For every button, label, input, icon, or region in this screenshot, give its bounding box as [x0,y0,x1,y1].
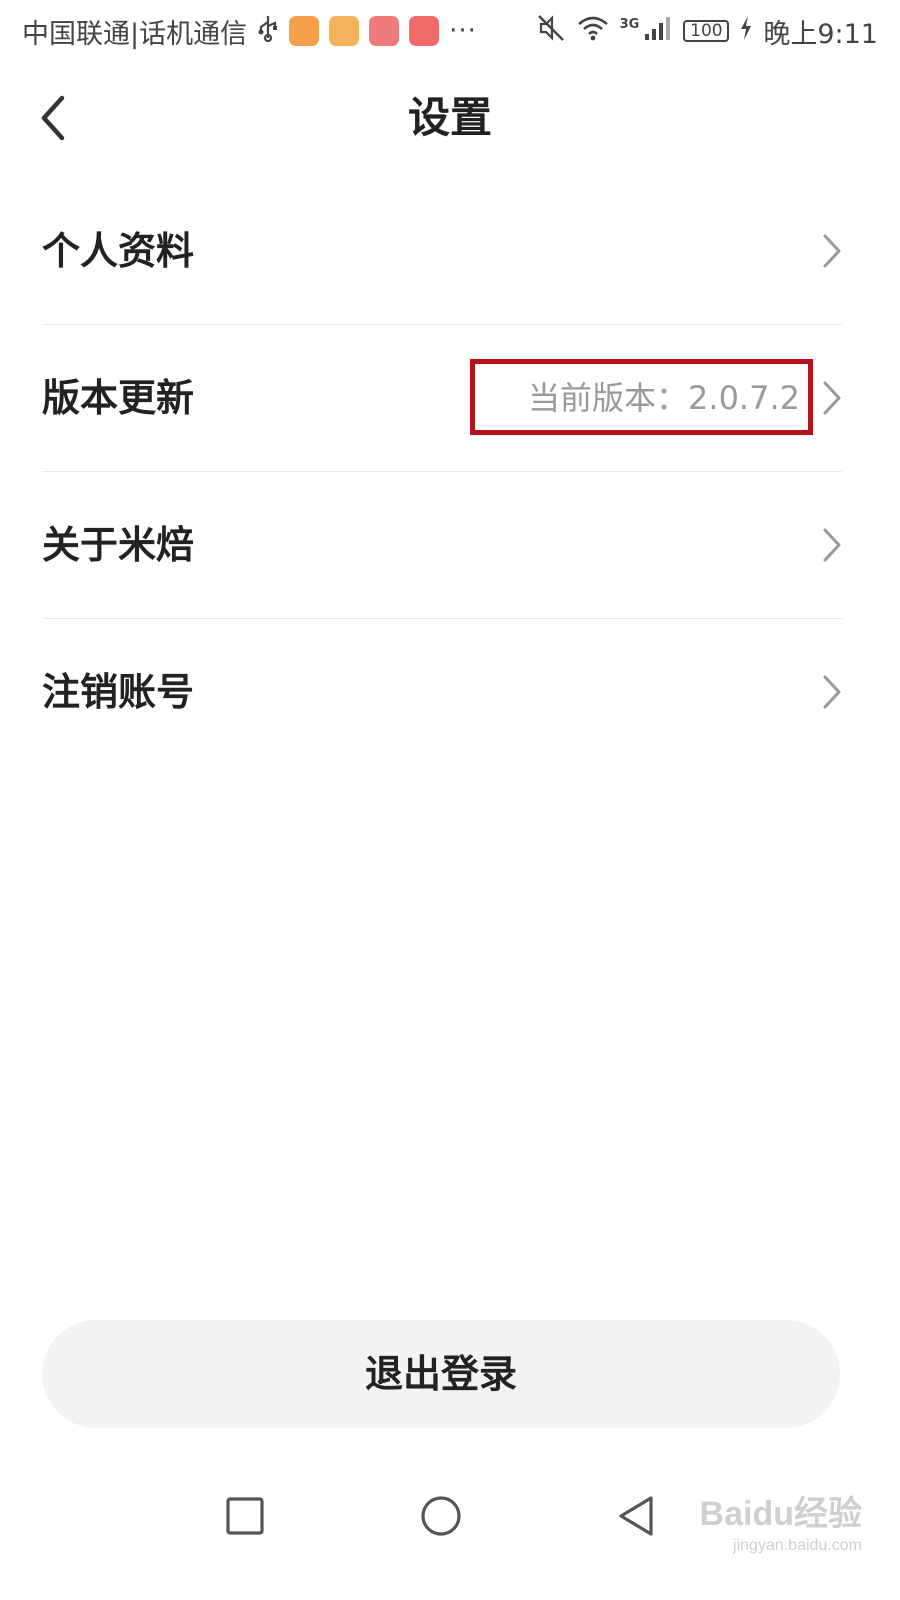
settings-item-about[interactable]: 关于米焙 [42,472,842,619]
recents-square-icon [226,1497,264,1535]
baidu-jingyan-watermark: Baidu经验 jingyan.baidu.com [700,1486,862,1555]
video-app-icon [289,16,320,46]
annotation-highlight-box [470,359,813,435]
clock: 晚上9:11 [763,18,878,50]
charging-icon [739,15,753,48]
battery-indicator: 100 [683,20,730,42]
recents-button[interactable] [219,1490,271,1542]
settings-item-profile[interactable]: 个人资料 [42,178,842,325]
page-title: 设置 [407,93,492,142]
system-back-button[interactable] [611,1490,663,1542]
settings-item-label: 关于米焙 [42,523,195,567]
watermark-brand: Baidu经验 [699,1495,862,1533]
settings-item-label: 版本更新 [42,376,195,420]
logout-button[interactable]: 退出登录 [42,1320,840,1428]
carrier-label: 中国联通|话机通信 [22,18,248,50]
settings-item-delete-account[interactable]: 注销账号 [42,619,842,765]
chevron-right-icon [823,381,841,415]
network-type-label: 3G [619,16,640,32]
settings-item-label: 注销账号 [42,670,195,714]
more-notifications-icon: ··· [449,16,477,46]
usb-icon [257,14,279,49]
header: 设置 [0,70,900,166]
settings-item-version-update[interactable]: 版本更新 当前版本：2.0.7.2 [42,325,842,472]
chevron-right-icon [823,675,841,709]
huawei-wallet-icon [409,16,440,46]
status-bar-left: 中国联通|话机通信 ··· [22,12,477,51]
back-triangle-icon [619,1496,653,1536]
settings-list: 个人资料 版本更新 当前版本：2.0.7.2 关于米焙 注销账号 [42,178,842,765]
home-circle-icon [421,1496,461,1536]
huawei-store-icon [369,16,400,46]
status-bar-right: 3G 100 晚上9:11 [536,12,878,51]
status-bar: 中国联通|话机通信 ··· 3G 100 晚上9:11 [0,0,900,62]
chevron-right-icon [823,528,841,562]
home-button[interactable] [415,1490,467,1542]
notes-app-icon [329,16,360,46]
wifi-icon [576,14,610,49]
signal-icon [643,14,673,49]
watermark-url: jingyan.baidu.com [733,1537,862,1554]
mute-icon [536,13,566,50]
settings-item-label: 个人资料 [42,229,195,273]
chevron-right-icon [823,234,841,268]
